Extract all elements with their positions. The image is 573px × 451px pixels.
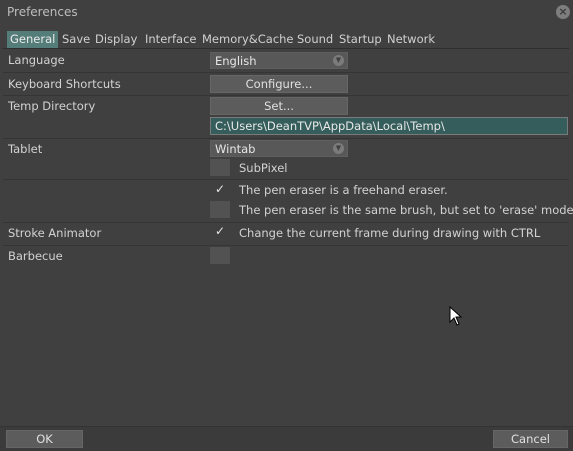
- subpixel-checkbox[interactable]: [210, 159, 230, 176]
- language-value: English: [215, 54, 257, 68]
- language-select[interactable]: English ▼: [210, 52, 348, 69]
- language-label: Language: [8, 53, 65, 67]
- chevron-down-icon: ▼: [333, 143, 344, 154]
- tab-save[interactable]: Save: [62, 31, 90, 48]
- stroke-animator-checkbox[interactable]: ✓: [210, 223, 230, 240]
- tab-memory-cache[interactable]: Memory&Cache: [202, 31, 294, 48]
- tab-general[interactable]: General: [7, 31, 59, 48]
- checkmark-icon: ✓: [214, 182, 226, 196]
- footer-bar: [0, 426, 573, 451]
- tab-display[interactable]: Display: [95, 31, 137, 48]
- set-temp-button[interactable]: Set...: [210, 97, 348, 115]
- window-title: Preferences: [7, 5, 78, 19]
- temp-label: Temp Directory: [8, 99, 96, 113]
- tab-startup[interactable]: Startup: [339, 31, 382, 48]
- configure-button[interactable]: Configure...: [210, 75, 348, 93]
- tab-divider: [3, 48, 569, 49]
- barbecue-row: [3, 245, 569, 268]
- ok-button[interactable]: OK: [6, 430, 83, 448]
- tablet-label: Tablet: [8, 142, 43, 156]
- cancel-button[interactable]: Cancel: [493, 430, 568, 448]
- close-icon[interactable]: ×: [556, 5, 570, 19]
- tab-interface[interactable]: Interface: [145, 31, 197, 48]
- tablet-select[interactable]: Wintab ▼: [210, 140, 348, 157]
- freehand-eraser-checkbox[interactable]: ✓: [210, 181, 230, 198]
- same-brush-eraser-label: The pen eraser is the same brush, but se…: [239, 203, 573, 217]
- tab-network[interactable]: Network: [387, 31, 435, 48]
- shortcuts-label: Keyboard Shortcuts: [8, 77, 121, 91]
- title-bar: Preferences ×: [0, 0, 573, 24]
- tablet-value: Wintab: [215, 142, 256, 156]
- temp-path-value: C:\Users\DeanTVP\AppData\Local\Temp\: [215, 119, 445, 133]
- barbecue-checkbox[interactable]: [210, 247, 230, 264]
- chevron-down-icon: ▼: [333, 55, 344, 66]
- tab-sound[interactable]: Sound: [297, 31, 333, 48]
- checkmark-icon: ✓: [214, 224, 226, 238]
- stroke-label: Stroke Animator: [8, 226, 102, 240]
- subpixel-label: SubPixel: [239, 161, 288, 175]
- barbecue-label: Barbecue: [8, 249, 63, 263]
- same-brush-eraser-checkbox[interactable]: [210, 201, 230, 218]
- mouse-cursor-icon: [449, 306, 463, 326]
- temp-path-field[interactable]: C:\Users\DeanTVP\AppData\Local\Temp\: [210, 117, 568, 135]
- freehand-eraser-label: The pen eraser is a freehand eraser.: [239, 183, 448, 197]
- stroke-animator-option: Change the current frame during drawing …: [239, 226, 541, 240]
